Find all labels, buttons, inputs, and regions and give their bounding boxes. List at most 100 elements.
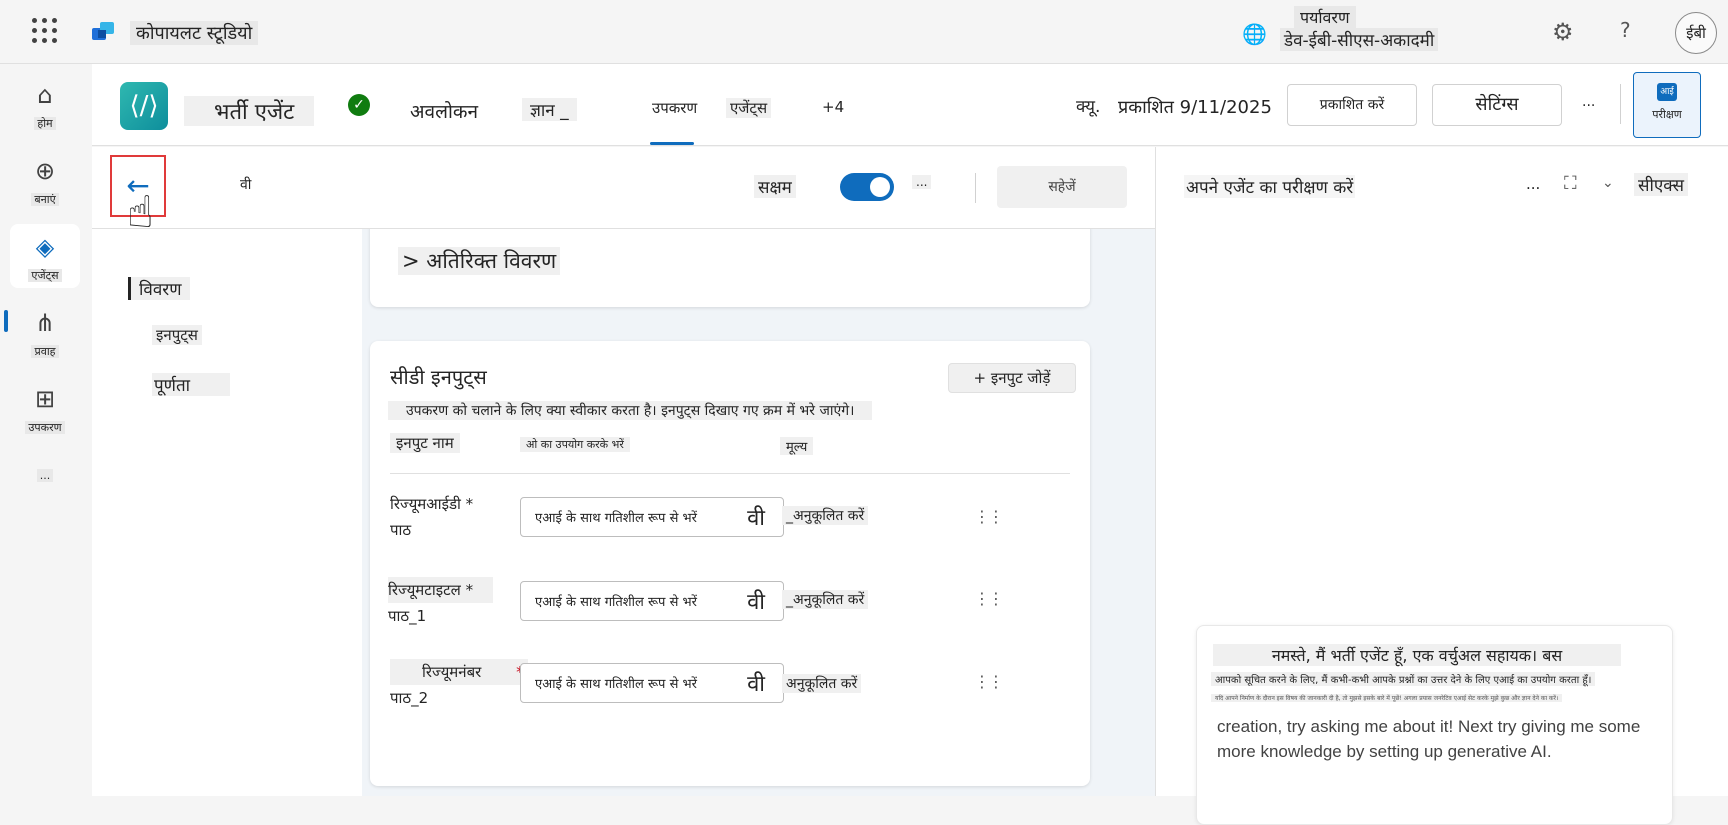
tool-editor: विवरण इनपुट्स पूर्णता > अतिरिक्त विवरण स… [92, 229, 1155, 796]
agent-name: भर्ती एजेंट [184, 96, 315, 126]
publish-status-icon: क्यू. [1076, 97, 1101, 117]
left-navigation: ⌂ होम ⊕ बनाएं ◈ एजेंट्स ⋔ प्रवाह ⊞ उपकरण… [0, 64, 92, 796]
fill-method-dropdown[interactable]: एआई के साथ गतिशील रूप से भरें वी [520, 581, 784, 621]
nav-item-more[interactable]: ... [10, 452, 80, 492]
additional-details-toggle[interactable]: > अतिरिक्त विवरण [398, 247, 561, 275]
nav-label: उपकरण [25, 421, 65, 434]
copilot-studio-logo-icon [92, 22, 114, 40]
plus-circle-icon: ⊕ [34, 157, 56, 185]
user-avatar[interactable]: ईबी [1675, 12, 1717, 54]
input-name: रिज्यूमआईडी * [390, 495, 474, 513]
settings-button[interactable]: सेटिंग्स [1432, 84, 1562, 126]
dropdown-chevron-icon: वी [747, 506, 765, 531]
fill-method-value: एआई के साथ गतिशील रूप से भरें [535, 511, 697, 526]
customize-link[interactable]: _अनुकूलित करें [782, 590, 869, 609]
more-options-button[interactable]: ... [1582, 94, 1595, 110]
add-input-button[interactable]: + इनपुट जोड़ें [948, 363, 1076, 393]
tab-agents[interactable]: एजेंट्स [726, 98, 772, 118]
tab-more[interactable]: +4 [818, 98, 848, 116]
tab-tools[interactable]: उपकरण [648, 98, 701, 118]
top-bar: कोपायलट स्टूडियो 🌐 पर्यावरण डेव-ईबी-सीएस… [0, 0, 1728, 64]
app-launcher-icon[interactable] [32, 18, 58, 44]
section-nav-details[interactable]: विवरण [128, 277, 190, 300]
cx-label[interactable]: सीएक्स [1634, 173, 1688, 196]
more-icon: ... [36, 469, 54, 482]
test-panel-more-button[interactable]: ... [1526, 175, 1540, 193]
chevron-down-icon[interactable]: ⌄ [1602, 175, 1614, 191]
home-icon: ⌂ [37, 81, 53, 109]
additional-details-card: > अतिरिक्त विवरण [370, 229, 1090, 307]
tool-toolbar: ← ☝ वी सक्षम ... सहेजें [92, 147, 1155, 238]
bot-message-line: creation, try asking me about it! Next t… [1217, 717, 1641, 761]
section-nav-inputs[interactable]: इनपुट्स [152, 325, 202, 345]
activity-map-icon[interactable]: ⛶ [1564, 173, 1577, 194]
bot-message-line: यदि आपने निर्माण के दौरान इस विषय की जान… [1211, 694, 1563, 702]
table-row[interactable]: रिज्यूमनंबर * पाठ_2 [390, 659, 528, 711]
agent-header: ⟨/⟩ भर्ती एजेंट ✓ अवलोकन ज्ञान _ उपकरण ए… [92, 64, 1728, 146]
help-icon[interactable]: ? [1620, 18, 1631, 42]
table-row[interactable]: रिज्यूमटाइटल * पाठ_1 [388, 577, 494, 629]
input-type: पाठ_2 [390, 689, 429, 707]
input-name-text: रिज्यूमनंबर [422, 663, 482, 681]
fill-method-value: एआई के साथ गतिशील रूप से भरें [535, 595, 697, 610]
nav-active-indicator [4, 310, 8, 332]
environment-label: पर्यावरण [1294, 6, 1356, 28]
enabled-toggle[interactable] [840, 173, 894, 201]
column-header-fill-using: ओ का उपयोग करके भरें [520, 437, 630, 452]
flow-icon: ⋔ [34, 309, 56, 337]
publish-button[interactable]: प्रकाशित करें [1287, 84, 1417, 126]
nav-item-home[interactable]: ⌂ होम [10, 72, 80, 136]
input-name: रिज्यूमटाइटल * [388, 577, 494, 603]
published-date: प्रकाशित 9/11/2025 [1118, 97, 1272, 118]
drag-handle-icon[interactable]: ⋮⋮ [974, 507, 1004, 526]
nav-label: प्रवाह [31, 345, 59, 358]
nav-label: होम [34, 117, 56, 130]
settings-gear-icon[interactable]: ⚙ [1552, 18, 1574, 46]
header-divider [390, 473, 1070, 474]
customize-link[interactable]: अनुकूलित करें [782, 674, 862, 693]
active-tab-indicator [650, 142, 694, 145]
drag-handle-icon[interactable]: ⋮⋮ [974, 589, 1004, 608]
input-type: पाठ [390, 521, 412, 539]
column-header-value: मूल्य [780, 437, 814, 455]
table-row[interactable]: रिज्यूमआईडी * पाठ [390, 491, 473, 543]
verified-shield-icon: ✓ [348, 94, 370, 116]
inputs-card: सीडी इनपुट्स + इनपुट जोड़ें उपकरण को चला… [370, 341, 1090, 786]
enabled-label: सक्षम [754, 175, 796, 198]
app-name[interactable]: कोपायलट स्टूडियो [130, 21, 259, 45]
nav-item-agents[interactable]: ◈ एजेंट्स [10, 224, 80, 288]
fill-method-dropdown[interactable]: एआई के साथ गतिशील रूप से भरें वी [520, 663, 784, 703]
agents-icon: ◈ [35, 233, 55, 261]
nav-label: बनाएं [31, 193, 59, 206]
tools-icon: ⊞ [34, 385, 56, 413]
dropdown-chevron-icon: वी [747, 672, 765, 697]
nav-item-flows[interactable]: ⋔ प्रवाह [10, 300, 80, 364]
section-nav-completion[interactable]: पूर्णता [152, 373, 231, 396]
divider [975, 173, 976, 203]
bot-message-line: नमस्ते, मैं भर्ती एजेंट हूँ, एक वर्चुअल … [1213, 644, 1621, 666]
tab-knowledge[interactable]: ज्ञान _ [522, 98, 577, 121]
environment-globe-icon[interactable]: 🌐 [1242, 22, 1267, 46]
test-chat-icon: आई [1657, 83, 1677, 101]
bot-message: नमस्ते, मैं भर्ती एजेंट हूँ, एक वर्चुअल … [1196, 625, 1673, 825]
environment-name[interactable]: डेव-ईबी-सीएस-अकादमी [1280, 28, 1439, 51]
bot-message-line: आपको सूचित करने के लिए, मैं कभी-कभी आपके… [1211, 672, 1596, 686]
dropdown-chevron-icon: वी [747, 590, 765, 615]
fill-method-dropdown[interactable]: एआई के साथ गतिशील रूप से भरें वी [520, 497, 784, 537]
tool-name: वी [240, 177, 252, 193]
customize-link[interactable]: _अनुकूलित करें [782, 506, 869, 525]
drag-handle-icon[interactable]: ⋮⋮ [974, 672, 1004, 691]
inputs-title: सीडी इनपुट्स [390, 365, 487, 389]
save-button[interactable]: सहेजें [997, 166, 1127, 208]
nav-item-create[interactable]: ⊕ बनाएं [10, 148, 80, 212]
tab-overview[interactable]: अवलोकन [410, 98, 478, 124]
test-label: परीक्षण [1652, 108, 1682, 121]
column-header-input-name: इनपुट नाम [390, 433, 460, 453]
test-button[interactable]: आई परीक्षण [1633, 72, 1701, 138]
toolbar-more-button[interactable]: ... [912, 175, 932, 189]
nav-item-tools[interactable]: ⊞ उपकरण [10, 376, 80, 440]
input-name: रिज्यूमनंबर * [390, 659, 528, 685]
inputs-description: उपकरण को चलाने के लिए क्या स्वीकार करता … [388, 401, 873, 420]
test-panel-title: अपने एजेंट का परीक्षण करें [1184, 175, 1356, 198]
fill-method-value: एआई के साथ गतिशील रूप से भरें [535, 677, 697, 692]
